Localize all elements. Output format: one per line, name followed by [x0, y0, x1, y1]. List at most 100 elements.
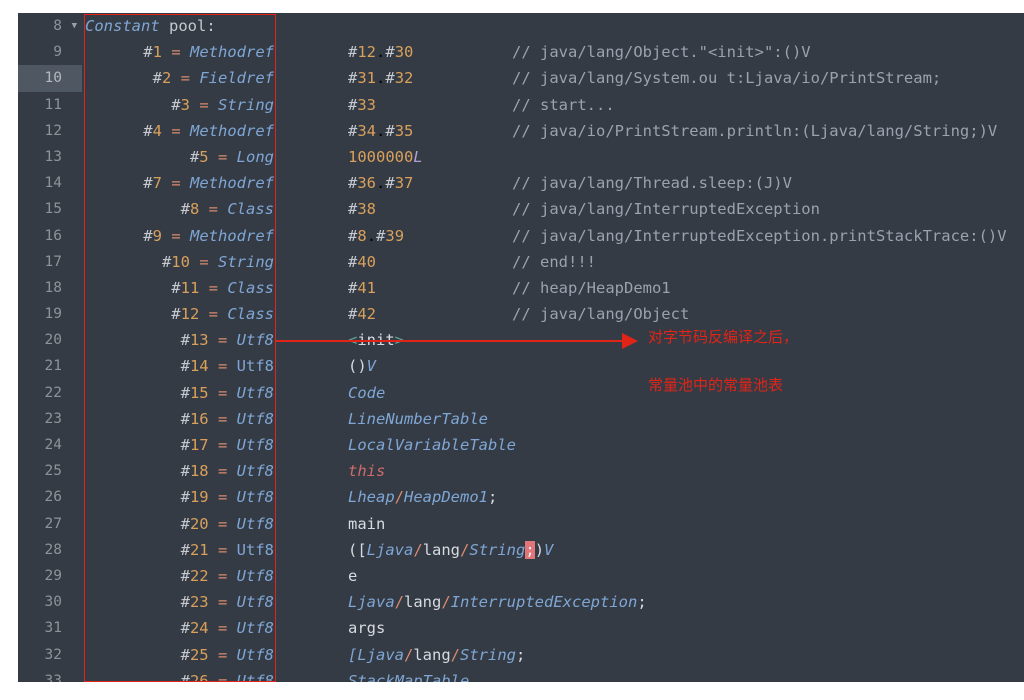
line-number[interactable]: 8 ▼ [18, 13, 82, 39]
code-line-entry[interactable]: #24 = Utf8 args [82, 615, 1024, 641]
constant-pool-index-and-type: #14 = Utf8 [180, 357, 274, 376]
constant-pool-index-and-type: #5 = Long [189, 147, 274, 166]
constant-pool-index-and-type: #25 = Utf8 [180, 645, 274, 664]
constant-pool-comment: // java/lang/InterruptedException.printS… [512, 226, 1007, 245]
code-line-entry[interactable]: #7 = Methodref #36.#37 // java/lang/Thread… [82, 170, 1024, 196]
constant-pool-value: LocalVariableTable [348, 436, 516, 454]
line-number[interactable]: 24 [18, 432, 82, 458]
code-line-header[interactable]: Constant pool: [82, 13, 1024, 39]
line-number[interactable]: 19 [18, 301, 82, 327]
code-line-entry[interactable]: #11 = Class #41 // heap/HeapDemo1 [82, 275, 1024, 301]
constant-pool-value: LineNumberTable [348, 409, 488, 428]
constant-pool-index-and-type: #1 = Methodref [143, 43, 274, 62]
code-line-entry[interactable]: #21 = Utf8 ([Ljava/lang/String;)V [82, 537, 1024, 563]
constant-pool-comment: // java/lang/Object."<init>":()V [512, 43, 811, 62]
line-number[interactable]: 32 [18, 642, 82, 668]
line-number[interactable]: 10 [18, 65, 82, 92]
constant-pool-value: args [348, 619, 386, 638]
constant-pool-index-and-type: #23 = Utf8 [180, 593, 274, 612]
line-number[interactable]: 28 [18, 537, 82, 563]
screenshot-root: 8 ▼ 9 10 11 12 13 14 15 16 17 18 19 20 21 22 23 24 25 26 27 2… [0, 0, 1024, 700]
code-line-entry[interactable]: #4 = Methodref #34.#35 // java/io/PrintStr… [82, 118, 1024, 144]
line-number[interactable]: 18 [18, 275, 82, 301]
line-number[interactable]: 17 [18, 249, 82, 275]
code-line-entry[interactable]: #15 = Utf8 Code [82, 380, 1024, 406]
constant-pool-value: 1000000L [348, 147, 423, 166]
code-line-entry[interactable]: #1 = Methodref #12.#30 // java/lang/Object… [82, 39, 1024, 65]
constant-pool-comment: // java/lang/System.ou t:Ljava/io/PrintS… [512, 69, 942, 88]
line-number[interactable]: 15 [18, 196, 82, 222]
code-line-entry[interactable]: #22 = Utf8 e [82, 563, 1024, 589]
constant-pool-comment: // start... [512, 95, 615, 114]
constant-pool-value: #31.#32 [348, 69, 414, 88]
line-number[interactable]: 31 [18, 615, 82, 641]
constant-pool-index-and-type: #26 = Utf8 [180, 671, 274, 682]
constant-pool-comment: // heap/HeapDemo1 [512, 278, 671, 297]
constant-pool-value: ([Ljava/lang/String;)V [348, 540, 554, 559]
constant-pool-value: Lheap/HeapDemo1; [348, 488, 498, 507]
annotation-arrow-line [276, 340, 628, 342]
code-line-entry[interactable]: #16 = Utf8 LineNumberTable [82, 406, 1024, 432]
line-number[interactable]: 22 [18, 380, 82, 406]
constant-pool-index-and-type: #19 = Utf8 [180, 488, 274, 507]
code-line-entry[interactable]: #14 = Utf8 ()V [82, 353, 1024, 379]
constant-pool-value: #40 [348, 252, 377, 271]
code-editor[interactable]: 8 ▼ 9 10 11 12 13 14 15 16 17 18 19 20 21 22 23 24 25 26 27 2… [18, 13, 1024, 682]
constant-pool-value: #33 [348, 95, 377, 114]
line-number[interactable]: 20 [18, 327, 82, 353]
constant-pool-value: e [348, 566, 358, 585]
constant-pool-value: #41 [348, 278, 377, 297]
constant-pool-index-and-type: #20 = Utf8 [180, 514, 274, 533]
constant-pool-comment: // java/lang/InterruptedException [512, 200, 820, 219]
code-line-entry[interactable]: #25 = Utf8 [Ljava/lang/String; [82, 642, 1024, 668]
constant-pool-value: [Ljava/lang/String; [348, 645, 526, 664]
constant-pool-index-and-type: #8 = Class [180, 200, 274, 219]
constant-pool-comment: // java/io/PrintStream.println:(Ljava/la… [512, 121, 998, 140]
constant-pool-comment: // java/lang/Object [512, 305, 690, 324]
code-line-entry[interactable]: #19 = Utf8 Lheap/HeapDemo1; [82, 484, 1024, 510]
line-number[interactable]: 30 [18, 589, 82, 615]
line-number[interactable]: 16 [18, 223, 82, 249]
code-line-entry[interactable]: #9 = Methodref #8.#39 // java/lang/Interru… [82, 223, 1024, 249]
line-number-gutter[interactable]: 8 ▼ 9 10 11 12 13 14 15 16 17 18 19 20 21 22 23 24 25 26 27 2… [18, 13, 82, 682]
constant-pool-comment: // java/lang/Thread.sleep:(J)V [512, 174, 792, 193]
constant-pool-index-and-type: #16 = Utf8 [180, 409, 274, 428]
annotation-text-line1: 对字节码反编译之后， [648, 328, 799, 346]
constant-pool-index-and-type: #10 = String [161, 252, 274, 271]
line-number[interactable]: 11 [18, 92, 82, 118]
line-number[interactable]: 33 [18, 668, 82, 682]
line-number[interactable]: 25 [18, 458, 82, 484]
constant-pool-value: this [348, 462, 386, 481]
code-line-entry[interactable]: #8 = Class #38 // java/lang/InterruptedExc… [82, 196, 1024, 222]
code-line-entry[interactable]: #18 = Utf8 this [82, 458, 1024, 484]
code-content-area[interactable]: Constant pool: #1 = Methodref #12.#30 // ja… [82, 13, 1024, 682]
constant-pool-index-and-type: #13 = Utf8 [180, 331, 274, 350]
line-number[interactable]: 27 [18, 511, 82, 537]
code-line-entry[interactable]: #3 = String #33 // start... [82, 92, 1024, 118]
line-number[interactable]: 23 [18, 406, 82, 432]
code-line-entry[interactable]: #2 = Fieldref #31.#32 // java/lang/System.… [82, 65, 1024, 91]
constant-pool-value: #12.#30 [348, 43, 414, 62]
code-line-entry[interactable]: #12 = Class #42 // java/lang/Object [82, 301, 1024, 327]
code-line-entry[interactable]: #17 = Utf8 LocalVariableTable [82, 432, 1024, 458]
code-line-entry[interactable]: #23 = Utf8 Ljava/lang/InterruptedExceptio… [82, 589, 1024, 615]
code-line-entry[interactable]: #20 = Utf8 main [82, 511, 1024, 537]
code-line-entry[interactable]: #5 = Long 1000000L [82, 144, 1024, 170]
line-number[interactable]: 12 [18, 118, 82, 144]
fold-triangle-icon[interactable]: ▼ [72, 13, 77, 39]
code-line-entry[interactable]: #26 = Utf8 StackMapTable [82, 668, 1024, 682]
code-line-entry[interactable]: #10 = String #40 // end!!! [82, 249, 1024, 275]
constant-pool-index-and-type: #11 = Class [171, 278, 274, 297]
constant-pool-value: #38 [348, 200, 377, 219]
line-number[interactable]: 26 [18, 484, 82, 510]
constant-pool-index-and-type: #3 = String [171, 95, 274, 114]
line-number[interactable]: 29 [18, 563, 82, 589]
line-number[interactable]: 9 [18, 39, 82, 65]
line-number[interactable]: 14 [18, 170, 82, 196]
constant-pool-index-and-type: #2 = Fieldref [152, 69, 274, 88]
constant-pool-value: ()V [348, 357, 377, 376]
line-number[interactable]: 13 [18, 144, 82, 170]
annotation-arrow-head-icon [622, 333, 638, 349]
line-number[interactable]: 21 [18, 353, 82, 379]
constant-pool-value: #42 [348, 305, 377, 324]
